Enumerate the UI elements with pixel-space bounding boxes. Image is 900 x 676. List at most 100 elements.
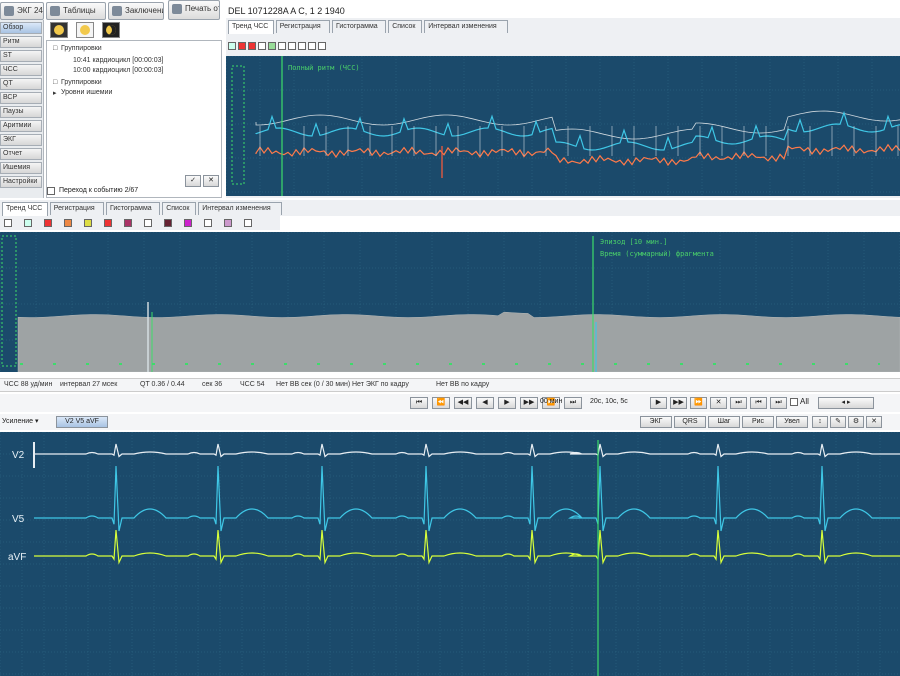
sidebar-item[interactable]: Ритм bbox=[0, 36, 42, 48]
mode-moon-icon[interactable] bbox=[102, 22, 120, 38]
marker-red-icon[interactable] bbox=[238, 42, 246, 50]
mid-tab-bar: Тренд ЧСС Регистрация Гистограмма Список Инт… bbox=[0, 200, 900, 216]
marker-dark-icon[interactable] bbox=[164, 219, 172, 227]
tree-root[interactable]: Группировки bbox=[61, 45, 102, 52]
nav-right-label[interactable]: Нет ВВ по кадру bbox=[436, 381, 489, 388]
ecg-tool-button[interactable]: Увел bbox=[776, 416, 808, 428]
marker-red-icon[interactable] bbox=[248, 42, 256, 50]
marker-icon[interactable] bbox=[144, 219, 152, 227]
sidebar-item[interactable]: Ишемия bbox=[0, 162, 42, 174]
ecg-tool-button[interactable]: Шаг bbox=[708, 416, 740, 428]
play-control-icon[interactable]: ⏭ bbox=[770, 397, 787, 409]
ecg-tool-button[interactable]: ЭКГ bbox=[640, 416, 672, 428]
ecg-tool-button[interactable]: QRS bbox=[674, 416, 706, 428]
tab[interactable]: Тренд ЧСС bbox=[2, 202, 48, 216]
marker-icon[interactable] bbox=[308, 42, 316, 50]
marker-icon[interactable] bbox=[4, 219, 12, 227]
tree-section[interactable]: Уровни ишемии bbox=[61, 89, 112, 96]
tree-child[interactable]: 10:41 кардиоцикл [00:00:03] bbox=[73, 57, 163, 64]
sidebar-item[interactable]: ЧСС bbox=[0, 64, 42, 76]
marker-icon[interactable] bbox=[258, 42, 266, 50]
marker-pink-icon[interactable] bbox=[224, 219, 232, 227]
play-control-icon[interactable]: ⏭ bbox=[730, 397, 747, 409]
marker-purple-icon[interactable] bbox=[124, 219, 132, 227]
conclusion-button[interactable]: Заключение bbox=[108, 2, 164, 20]
tree-child[interactable]: 10:00 кардиоцикл [00:00:03] bbox=[73, 67, 163, 74]
sidebar-item[interactable]: QT bbox=[0, 78, 42, 90]
tree-expand-icon[interactable]: □ bbox=[53, 79, 57, 86]
marker-yellow-icon[interactable] bbox=[84, 219, 92, 227]
marker-icon[interactable] bbox=[288, 42, 296, 50]
sidebar-item[interactable]: ST bbox=[0, 50, 42, 62]
marker-icon[interactable] bbox=[278, 42, 286, 50]
tab[interactable]: Регистрация bbox=[275, 20, 330, 33]
gain-dropdown[interactable]: Усиление ▾ bbox=[2, 417, 39, 425]
print-button[interactable]: Печать отчета bbox=[168, 0, 220, 20]
play-control-icon[interactable]: ✕ bbox=[710, 397, 727, 409]
marker-icon[interactable] bbox=[204, 219, 212, 227]
time-value[interactable]: 20с, 10с, 5с bbox=[590, 398, 628, 405]
all-checkbox[interactable] bbox=[790, 398, 798, 406]
ecg-tool-icon[interactable]: ✕ bbox=[866, 416, 882, 428]
reject-icon[interactable]: ✕ bbox=[203, 175, 219, 187]
marker-icon[interactable] bbox=[24, 219, 32, 227]
play-control-icon[interactable]: ▶▶ bbox=[520, 397, 538, 409]
marker-red-icon[interactable] bbox=[104, 219, 112, 227]
play-control-icon[interactable]: ◀◀ bbox=[454, 397, 472, 409]
play-control-icon[interactable]: ⏩ bbox=[690, 397, 707, 409]
ecg-tool-button[interactable]: Рис bbox=[742, 416, 774, 428]
sidebar-item[interactable]: Аритмии bbox=[0, 120, 42, 132]
tree-expand-icon[interactable]: □ bbox=[53, 45, 57, 52]
marker-icon[interactable] bbox=[228, 42, 236, 50]
ecg-tool-icon[interactable]: ⚙ bbox=[848, 416, 864, 428]
tab[interactable]: Список bbox=[388, 20, 423, 33]
sidebar-item[interactable]: Паузы bbox=[0, 106, 42, 118]
tab[interactable]: Регистрация bbox=[49, 202, 104, 215]
marker-red-icon[interactable] bbox=[44, 219, 52, 227]
sidebar-item[interactable]: ВСР bbox=[0, 92, 42, 104]
tree-expand-icon[interactable]: ▸ bbox=[53, 89, 57, 97]
tab[interactable]: Гистограмма bbox=[106, 202, 161, 215]
play-control-icon[interactable]: ⏪ bbox=[432, 397, 450, 409]
trend-line-mean bbox=[255, 110, 900, 151]
ecg-tool-icon[interactable]: ✎ bbox=[830, 416, 846, 428]
tree-section[interactable]: Группировки bbox=[61, 79, 102, 86]
monitor-button[interactable]: ЭКГ 24 bbox=[0, 2, 44, 20]
play-control-icon[interactable]: ⏮ bbox=[750, 397, 767, 409]
sidebar-item[interactable]: Настройки bbox=[0, 176, 42, 188]
marker-icon[interactable] bbox=[298, 42, 306, 50]
status-bb: Нет ВВ сек (0 / 30 мин) bbox=[276, 381, 351, 388]
nav-left-label[interactable]: Нет ЭКГ по кадру bbox=[352, 381, 409, 388]
marker-magenta-icon[interactable] bbox=[184, 219, 192, 227]
tab[interactable]: Список bbox=[162, 202, 197, 215]
leads-button[interactable]: V2 V5 aVF bbox=[56, 416, 108, 428]
tab[interactable]: Интервал изменения bbox=[424, 20, 508, 33]
play-control-icon[interactable]: ▶ bbox=[650, 397, 667, 409]
sidebar-item[interactable]: ЭКГ bbox=[0, 134, 42, 146]
play-control-icon[interactable]: ⏭ bbox=[564, 397, 582, 409]
marker-icon[interactable] bbox=[244, 219, 252, 227]
mode-night-icon[interactable] bbox=[50, 22, 68, 38]
play-control-icon[interactable]: ▶▶ bbox=[670, 397, 687, 409]
play-control-icon[interactable]: ⏮ bbox=[410, 397, 428, 409]
tables-button[interactable]: Таблицы bbox=[46, 2, 106, 20]
marker-green-icon[interactable] bbox=[268, 42, 276, 50]
marker-orange-icon[interactable] bbox=[64, 219, 72, 227]
tab[interactable]: Гистограмма bbox=[332, 20, 387, 33]
overview-chart[interactable]: Эпизод [10 мин.] Время (суммарный) фрагм… bbox=[0, 232, 900, 372]
range-dropdown[interactable]: ◂ ▸ bbox=[818, 397, 874, 409]
mode-day-icon[interactable] bbox=[76, 22, 94, 38]
ecg-chart[interactable]: V2 V5 aVF bbox=[0, 432, 900, 676]
play-control-icon[interactable]: ◀ bbox=[476, 397, 494, 409]
event-checkbox[interactable] bbox=[47, 187, 55, 195]
hr-trend-chart[interactable]: Полный ритм (ЧСС) bbox=[226, 56, 900, 196]
play-control-icon[interactable]: ▶ bbox=[498, 397, 516, 409]
event-checkbox-row[interactable]: Переход к событию 2/67 bbox=[47, 187, 221, 197]
ecg-tool-icon[interactable]: ↕ bbox=[812, 416, 828, 428]
tab[interactable]: Тренд ЧСС bbox=[228, 20, 274, 34]
sidebar-item[interactable]: Отчет bbox=[0, 148, 42, 160]
tab[interactable]: Интервал изменения bbox=[198, 202, 282, 215]
sidebar-item[interactable]: Обзор bbox=[0, 22, 42, 34]
confirm-icon[interactable]: ✓ bbox=[185, 175, 201, 187]
marker-icon[interactable] bbox=[318, 42, 326, 50]
